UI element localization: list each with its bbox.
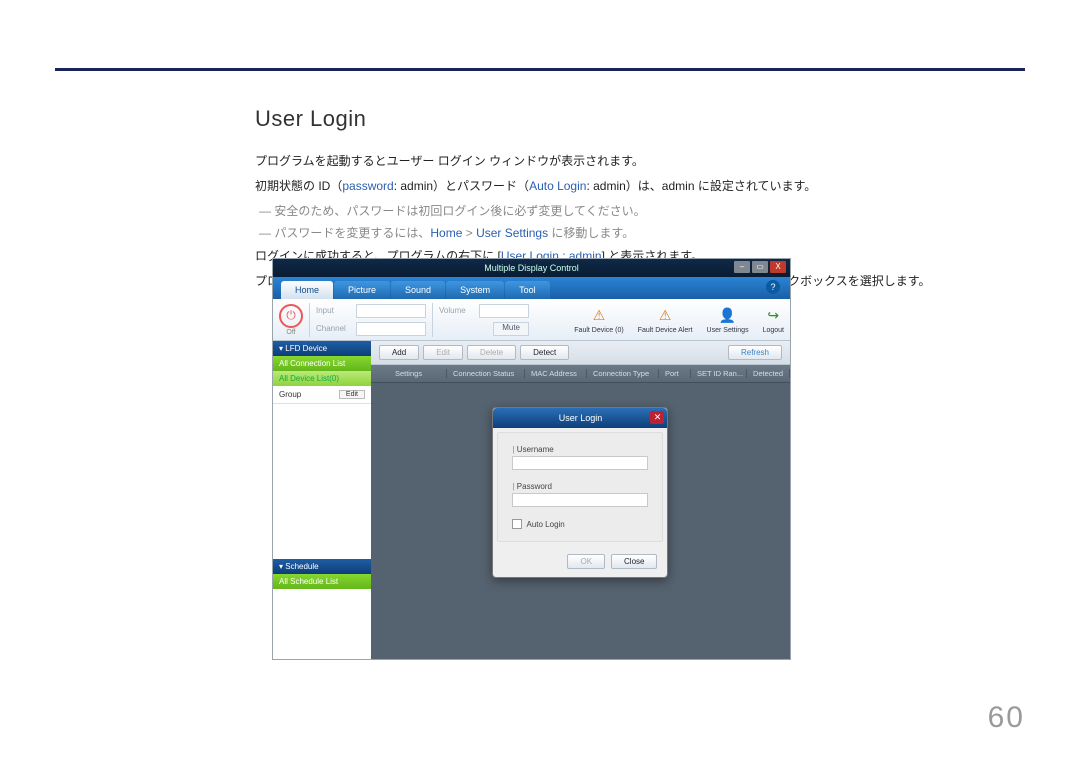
label: Fault Device (0) bbox=[574, 327, 623, 334]
window-minimize-button[interactable]: – bbox=[734, 261, 750, 273]
col-connection-type: Connection Type bbox=[587, 369, 659, 378]
username-label: Username bbox=[512, 445, 648, 454]
window-titlebar: Multiple Display Control – ▭ X bbox=[273, 259, 790, 277]
detect-button[interactable]: Detect bbox=[520, 345, 569, 360]
nav-path: User Settings bbox=[476, 226, 548, 240]
separator bbox=[432, 303, 433, 337]
device-toolbar: Add Edit Delete Detect Refresh bbox=[371, 341, 790, 365]
main-tabs: Home Picture Sound System Tool ? bbox=[273, 277, 790, 299]
note-line: パスワードを変更するには、Home > User Settings に移動します… bbox=[259, 222, 1025, 245]
sidebar-group-row: Group Edit bbox=[273, 386, 371, 404]
col-mac: MAC Address bbox=[525, 369, 587, 378]
body-paragraph: 初期状態の ID（password: admin）とパスワード（Auto Log… bbox=[255, 175, 1025, 198]
tab-sound[interactable]: Sound bbox=[391, 281, 445, 299]
app-screenshot: Multiple Display Control – ▭ X Home Pict… bbox=[272, 258, 791, 660]
warning-icon: ⚠ bbox=[589, 306, 609, 326]
input-select[interactable] bbox=[356, 304, 426, 318]
separator bbox=[309, 303, 310, 337]
col-port: Port bbox=[659, 369, 691, 378]
input-label: Input bbox=[316, 306, 352, 315]
tab-system[interactable]: System bbox=[446, 281, 504, 299]
note-line: 安全のため、パスワードは初回ログイン後に必ず変更してください。 bbox=[259, 200, 1025, 223]
section-title: User Login bbox=[255, 106, 1025, 132]
sidebar-schedule-header[interactable]: ▾ Schedule bbox=[273, 559, 371, 574]
mute-button[interactable]: Mute bbox=[493, 322, 529, 336]
tab-home[interactable]: Home bbox=[281, 281, 333, 299]
sidebar-all-device-list[interactable]: All Device List(0) bbox=[273, 371, 371, 386]
emphasis: Auto Login bbox=[529, 179, 586, 193]
device-canvas: User Login ✕ Username Password bbox=[371, 383, 790, 659]
window-title: Multiple Display Control bbox=[484, 263, 579, 273]
text: 安全のため、パスワードは初回ログイン後に必ず変更してください。 bbox=[274, 204, 645, 218]
edit-button[interactable]: Edit bbox=[423, 345, 463, 360]
channel-select[interactable] bbox=[356, 322, 426, 336]
text: に移動します。 bbox=[548, 226, 634, 240]
delete-button[interactable]: Delete bbox=[467, 345, 516, 360]
label: Logout bbox=[763, 327, 784, 334]
channel-label: Channel bbox=[316, 324, 352, 333]
refresh-button[interactable]: Refresh bbox=[728, 345, 782, 360]
toolbar-icons: ⚠ Fault Device (0) ⚠ Fault Device Alert … bbox=[574, 306, 784, 334]
text: パスワードを変更するには、 bbox=[274, 226, 430, 240]
label: User Settings bbox=[707, 327, 749, 334]
ribbon-toolbar: ⏻ Off Input Channel Volume Mute bbox=[273, 299, 790, 341]
body-paragraph: プログラムを起動するとユーザー ログイン ウィンドウが表示されます。 bbox=[255, 150, 1025, 173]
col-detected: Detected bbox=[747, 369, 790, 378]
sidebar-lfd-device-header[interactable]: ▾ LFD Device bbox=[273, 341, 371, 356]
center-panel: Add Edit Delete Detect Refresh Settings … bbox=[371, 341, 790, 659]
column-headers: Settings Connection Status MAC Address C… bbox=[371, 365, 790, 383]
dialog-close-button[interactable]: ✕ bbox=[650, 411, 664, 424]
power-icon[interactable]: ⏻ bbox=[279, 304, 303, 328]
auto-login-checkbox[interactable] bbox=[512, 519, 522, 529]
col-connection-status: Connection Status bbox=[447, 369, 525, 378]
text: 初期状態の ID（ bbox=[255, 179, 342, 193]
volume-label: Volume bbox=[439, 306, 475, 315]
sidebar-all-connection-list[interactable]: All Connection List bbox=[273, 356, 371, 371]
sidebar-group-label: Group bbox=[279, 390, 301, 399]
label: Fault Device Alert bbox=[638, 327, 693, 334]
ribbon-volume: Volume Mute bbox=[439, 304, 529, 336]
logout-icon: ↪ bbox=[763, 306, 783, 326]
sidebar: ▾ LFD Device All Connection List All Dev… bbox=[273, 341, 371, 659]
emphasis: password bbox=[342, 179, 393, 193]
password-input[interactable] bbox=[512, 493, 648, 507]
user-settings-button[interactable]: 👤 User Settings bbox=[707, 306, 749, 334]
ribbon-inputs: Input Channel bbox=[316, 304, 426, 336]
nav-path: Home bbox=[430, 226, 462, 240]
username-input[interactable] bbox=[512, 456, 648, 470]
warning-icon: ⚠ bbox=[655, 306, 675, 326]
sidebar-all-schedule-list[interactable]: All Schedule List bbox=[273, 574, 371, 589]
window-close-button[interactable]: X bbox=[770, 261, 786, 273]
text: > bbox=[462, 226, 476, 240]
page-number: 60 bbox=[988, 701, 1025, 735]
group-edit-button[interactable]: Edit bbox=[339, 390, 365, 399]
logout-button[interactable]: ↪ Logout bbox=[763, 306, 784, 334]
add-button[interactable]: Add bbox=[379, 345, 419, 360]
volume-slider[interactable] bbox=[479, 304, 529, 318]
tab-picture[interactable]: Picture bbox=[334, 281, 390, 299]
power-label: Off bbox=[286, 329, 295, 336]
tab-tool[interactable]: Tool bbox=[505, 281, 550, 299]
help-button[interactable]: ? bbox=[766, 280, 780, 294]
auto-login-label: Auto Login bbox=[526, 520, 564, 529]
user-icon: 👤 bbox=[718, 306, 738, 326]
user-login-dialog: User Login ✕ Username Password bbox=[492, 407, 668, 578]
window-maximize-button[interactable]: ▭ bbox=[752, 261, 768, 273]
close-button[interactable]: Close bbox=[611, 554, 657, 569]
fault-device-alert-button[interactable]: ⚠ Fault Device Alert bbox=[638, 306, 693, 334]
ok-button[interactable]: OK bbox=[567, 554, 605, 569]
text: : admin）とパスワード（ bbox=[394, 179, 529, 193]
sidebar-tree-area bbox=[273, 404, 371, 559]
sidebar-schedule-area bbox=[273, 589, 371, 659]
fault-device-log-button[interactable]: ⚠ Fault Device (0) bbox=[574, 306, 623, 334]
col-setid-range: SET ID Ran... bbox=[691, 369, 747, 378]
page-header-rule bbox=[55, 68, 1025, 71]
password-label: Password bbox=[512, 482, 648, 491]
col-settings: Settings bbox=[389, 369, 447, 378]
dialog-titlebar: User Login ✕ bbox=[493, 408, 667, 428]
text: : admin）は、admin に設定されています。 bbox=[586, 179, 816, 193]
dialog-title-text: User Login bbox=[559, 413, 603, 423]
